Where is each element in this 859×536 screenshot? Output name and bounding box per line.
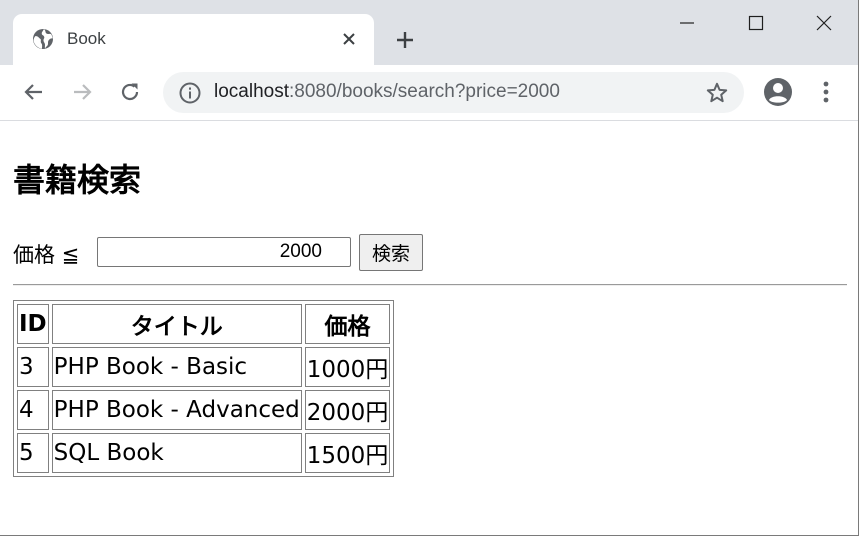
browser-toolbar: localhost:8080/books/search?price=2000	[0, 65, 858, 121]
table-header-row: ID タイトル 価格	[17, 304, 391, 344]
search-button[interactable]: 検索	[359, 234, 423, 271]
globe-icon	[33, 29, 53, 49]
window-close-button[interactable]	[804, 6, 844, 40]
new-tab-button[interactable]	[391, 26, 419, 54]
close-icon	[816, 15, 832, 31]
header-id: ID	[17, 304, 49, 344]
address-bar[interactable]: localhost:8080/books/search?price=2000	[163, 72, 744, 113]
tab-close-button[interactable]	[337, 27, 361, 51]
price-input[interactable]	[97, 237, 351, 267]
profile-avatar-icon[interactable]	[763, 77, 793, 107]
more-vert-icon[interactable]	[814, 78, 838, 106]
cell-id: 4	[17, 390, 49, 430]
minimize-icon	[680, 22, 694, 24]
minimize-button[interactable]	[667, 6, 707, 40]
table-row: 4 PHP Book - Advanced 2000円	[17, 390, 391, 430]
url-text[interactable]: localhost:8080/books/search?price=2000	[214, 81, 560, 103]
divider	[13, 284, 847, 286]
close-icon	[343, 33, 355, 45]
maximize-button[interactable]	[736, 6, 776, 40]
table-row: 5 SQL Book 1500円	[17, 433, 391, 473]
browser-window: Book localhost:8080/books/search?price=2…	[0, 0, 859, 536]
reload-button[interactable]	[116, 78, 144, 106]
cell-title: PHP Book - Basic	[51, 347, 302, 387]
tab-title: Book	[67, 29, 106, 48]
maximize-icon	[748, 15, 764, 31]
url-host: localhost	[214, 81, 289, 102]
page-content: 書籍検索 価格 ≦ 検索 ID タイトル 価格 3 PHP Book - Bas…	[0, 121, 858, 535]
arrow-left-icon	[24, 84, 42, 100]
cell-title: PHP Book - Advanced	[51, 390, 302, 430]
header-price: 価格	[304, 304, 391, 344]
reload-icon	[121, 83, 139, 101]
table-row: 3 PHP Book - Basic 1000円	[17, 347, 391, 387]
arrow-right-icon	[74, 84, 92, 100]
header-title: タイトル	[51, 304, 302, 344]
cell-id: 3	[17, 347, 49, 387]
forward-button[interactable]	[68, 78, 96, 106]
tab-strip: Book	[0, 0, 858, 65]
cell-id: 5	[17, 433, 49, 473]
results-table: ID タイトル 価格 3 PHP Book - Basic 1000円 4 PH…	[13, 300, 395, 477]
cell-title: SQL Book	[51, 433, 302, 473]
back-button[interactable]	[20, 78, 48, 106]
price-label: 価格 ≦	[13, 243, 80, 267]
cell-price: 1000円	[304, 347, 391, 387]
url-path: :8080/books/search?price=2000	[289, 81, 560, 102]
star-icon[interactable]	[705, 81, 729, 105]
cell-price: 1500円	[304, 433, 391, 473]
plus-icon	[397, 32, 413, 48]
page-title: 書籍検索	[13, 161, 142, 199]
cell-price: 2000円	[304, 390, 391, 430]
tab-book[interactable]: Book	[13, 14, 374, 65]
info-icon[interactable]	[179, 82, 201, 104]
